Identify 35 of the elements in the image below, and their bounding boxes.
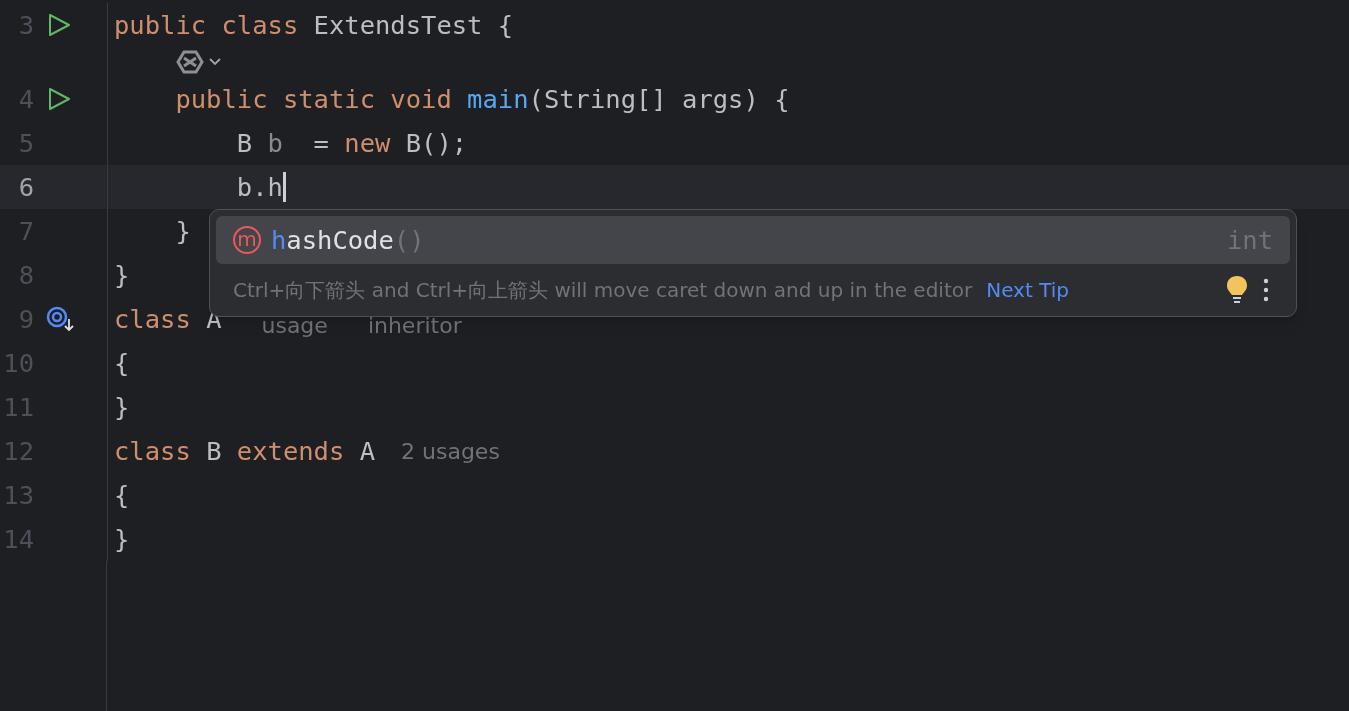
code-token: extends bbox=[236, 434, 346, 468]
code-token: new bbox=[344, 126, 391, 160]
code-token: B bbox=[235, 126, 254, 160]
code-token: main bbox=[467, 82, 529, 116]
code-token: (String[] args) { bbox=[528, 82, 790, 116]
code-token: } bbox=[114, 522, 130, 556]
code-token: b bbox=[267, 126, 283, 160]
code-token: public static void bbox=[174, 82, 453, 116]
tip-text: Ctrl+向下箭头 and Ctrl+向上箭头 will move caret down and up in the editor bbox=[233, 277, 973, 304]
hexagon-logo-icon[interactable] bbox=[176, 50, 204, 74]
code-token: class bbox=[114, 302, 192, 336]
next-tip-link[interactable]: Next Tip bbox=[986, 275, 1069, 305]
code-token: { bbox=[114, 478, 130, 512]
code-token: A bbox=[359, 434, 376, 468]
method-icon: m bbox=[233, 226, 261, 254]
run-icon[interactable] bbox=[46, 12, 72, 38]
code-token: b.h bbox=[235, 170, 283, 204]
code-token: B(); bbox=[404, 126, 468, 160]
lightbulb-icon[interactable] bbox=[1226, 275, 1248, 305]
inlay-hint[interactable]: 2 usages bbox=[401, 434, 500, 468]
implemented-icon[interactable] bbox=[46, 306, 76, 332]
code-token: class bbox=[114, 434, 192, 468]
code-token: } bbox=[114, 390, 130, 424]
code-token: B bbox=[206, 434, 223, 468]
code-token: } bbox=[114, 258, 130, 292]
more-options-icon[interactable] bbox=[1262, 277, 1270, 303]
code-token: { bbox=[114, 346, 130, 380]
code-token: = bbox=[312, 126, 330, 160]
code-token: ExtendsTest { bbox=[313, 8, 514, 42]
run-icon[interactable] bbox=[46, 86, 72, 112]
completion-name: hashCode() bbox=[271, 223, 425, 257]
code-token: } bbox=[174, 214, 191, 248]
code-token: public class bbox=[114, 8, 300, 42]
line-number: 6 bbox=[17, 170, 34, 204]
chevron-down-icon[interactable] bbox=[208, 57, 222, 67]
